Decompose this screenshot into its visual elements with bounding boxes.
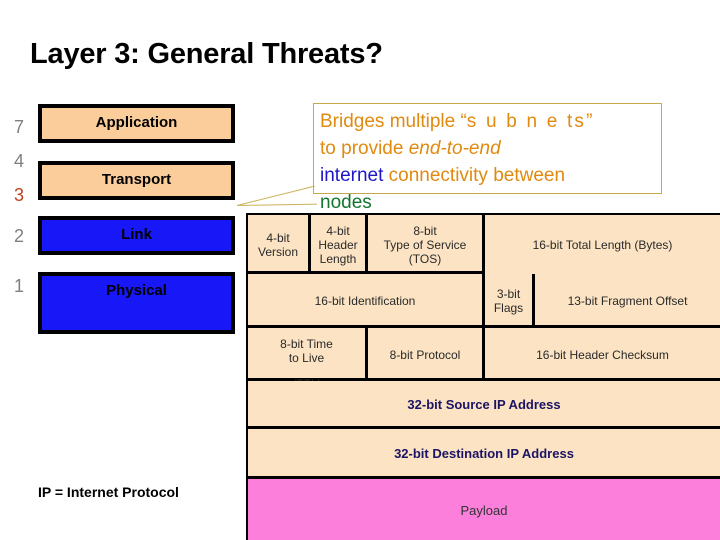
ip-field-identification[interactable]: 16-bit Identification	[248, 274, 482, 328]
ip-field-type-of-service[interactable]: 8-bit Type of Service (TOS)	[368, 215, 482, 274]
callout-line-3-internet: internet	[320, 165, 384, 186]
ip-field-destination-address[interactable]: 32-bit Destination IP Address	[248, 429, 720, 479]
ip-header-diagram: 4-bit Version 4-bit Header Length 8-bit …	[246, 213, 720, 540]
rule-vertical-r3-b	[482, 328, 485, 381]
ip-field-header-length[interactable]: 4-bit Header Length	[311, 215, 365, 274]
ip-field-total-length[interactable]: 16-bit Total Length (Bytes)	[485, 215, 720, 274]
ip-field-version-label: 4-bit Version	[257, 230, 299, 259]
rule-vertical-r2-a	[532, 274, 535, 328]
layer-box-link-label: Link	[121, 226, 152, 243]
callout-line-4-nodes: nodes	[320, 192, 372, 213]
callout-line-1-subnets: s u b n e ts	[466, 111, 587, 132]
callout-line-2-prefix: to provide	[320, 138, 409, 159]
rule-vertical-r1-a	[308, 215, 311, 274]
rule-vertical-r3-a	[365, 328, 368, 381]
ip-field-identification-label: 16-bit Identification	[314, 294, 416, 308]
callout-line-1: Bridges multiple “s u b n e ts”	[320, 108, 661, 135]
layer-number-4: 4	[14, 151, 25, 171]
callout-line-3-rest: connectivity between	[383, 165, 566, 186]
rule-vertical-r1-b	[365, 215, 368, 274]
ip-field-total-length-label: 16-bit Total Length (Bytes)	[532, 237, 673, 252]
layer-box-application[interactable]: Application	[38, 104, 235, 143]
ip-field-source-address-label: 32-bit Source IP Address	[407, 397, 561, 412]
layer-box-application-label: Application	[95, 114, 178, 131]
callout-line-1-prefix: Bridges multiple “	[320, 111, 467, 132]
ip-field-destination-address-label: 32-bit Destination IP Address	[394, 446, 574, 461]
ip-field-payload[interactable]: Payload	[248, 479, 720, 540]
ip-field-header-length-label: 4-bit Header Length	[318, 223, 358, 266]
ip-field-fragment-offset-label: 13-bit Fragment Offset	[567, 294, 688, 308]
callout-line-2-emphasis: end-to-end	[408, 138, 501, 159]
ip-field-flags[interactable]: 3-bit Flags	[485, 274, 532, 328]
slide-canvas: Layer 3: General Threats? 7 4 3 2 1 Appl…	[0, 0, 720, 540]
layer-box-transport-label: Transport	[101, 171, 172, 188]
layer-box-transport[interactable]: Transport	[38, 161, 235, 200]
ip-field-fragment-offset[interactable]: 13-bit Fragment Offset	[535, 274, 720, 328]
ip-field-time-to-live-label: 8-bit Time to Live	[280, 336, 333, 365]
layer-box-physical-label: Physical	[106, 282, 167, 299]
page-title: Layer 3: General Threats?	[30, 38, 383, 70]
callout-line-2: to provide end-to-end	[320, 135, 661, 162]
ip-field-protocol-label: 8-bit Protocol	[389, 347, 461, 362]
callout-line-4: nodes	[320, 189, 661, 216]
callout-line-3: internet connectivity between	[320, 162, 661, 189]
ip-field-time-to-live[interactable]: 8-bit Time to Live	[248, 328, 365, 381]
callout-box: Bridges multiple “s u b n e ts” to provi…	[313, 103, 662, 213]
layer-number-1: 1	[14, 276, 25, 296]
ip-field-version[interactable]: 4-bit Version	[248, 215, 308, 274]
ip-field-source-address[interactable]: 32-bit Source IP Address	[248, 381, 720, 429]
layer-number-3: 3	[14, 185, 25, 205]
legend-ip-abbreviation: IP = Internet Protocol	[38, 484, 179, 500]
ip-field-header-checksum-label: 16-bit Header Checksum	[536, 347, 669, 362]
callout-line-1-suffix: ”	[586, 111, 593, 132]
callout-connector-line-lower	[237, 203, 318, 206]
ip-field-protocol[interactable]: 8-bit Protocol	[368, 328, 482, 381]
ip-field-flags-label: 3-bit Flags	[493, 287, 524, 315]
layer-number-7: 7	[14, 117, 25, 137]
layer-number-2: 2	[14, 226, 25, 246]
ip-field-type-of-service-label: 8-bit Type of Service (TOS)	[383, 223, 467, 266]
ip-field-header-checksum[interactable]: 16-bit Header Checksum	[485, 328, 720, 381]
ip-field-payload-label: Payload	[460, 502, 508, 518]
layer-box-link[interactable]: Link	[38, 216, 235, 255]
layer-box-physical[interactable]: Physical	[38, 272, 235, 334]
